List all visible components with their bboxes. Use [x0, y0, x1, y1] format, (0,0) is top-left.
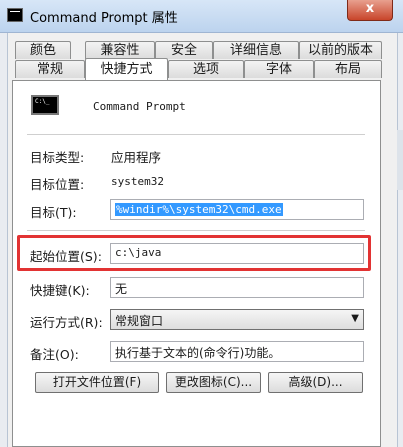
tab-previous-versions[interactable]: 以前的版本 — [299, 41, 382, 59]
target-field[interactable]: %windir%\system32\cmd.exe — [110, 199, 364, 220]
comment-label: 备注(O): — [30, 347, 79, 362]
cmd-window-icon — [7, 8, 23, 22]
target-value: %windir%\system32\cmd.exe — [115, 203, 283, 216]
window-title: Command Prompt 属性 — [30, 11, 178, 26]
cmd-app-icon: C:\_ — [31, 95, 59, 115]
target-label: 目标(T): — [30, 205, 77, 220]
tab-general[interactable]: 常规 — [15, 60, 85, 78]
annotation-highlight-box — [17, 235, 371, 271]
tab-security[interactable]: 安全 — [155, 41, 213, 59]
divider — [27, 134, 365, 135]
target-type-label: 目标类型: — [30, 150, 85, 165]
tab-font[interactable]: 字体 — [244, 60, 314, 78]
background-scrollbar — [397, 130, 403, 190]
title-bar: Command Prompt 属性 x — [0, 0, 403, 33]
target-type-value: 应用程序 — [111, 150, 162, 165]
tab-details[interactable]: 详细信息 — [213, 41, 299, 59]
open-file-location-button[interactable]: 打开文件位置(F) — [35, 372, 159, 393]
run-mode-select[interactable]: 常规窗口 ▼ — [110, 309, 364, 330]
comment-field[interactable]: 执行基于文本的(命令行)功能。 — [110, 341, 364, 362]
shortcut-key-field[interactable]: 无 — [110, 277, 364, 298]
tab-shortcut[interactable]: 快捷方式 — [85, 58, 168, 80]
advanced-button[interactable]: 高级(D)... — [268, 372, 363, 393]
shortcut-key-label: 快捷键(K): — [30, 283, 90, 298]
tab-colors[interactable]: 颜色 — [15, 41, 71, 59]
divider — [27, 230, 365, 231]
change-icon-button[interactable]: 更改图标(C)... — [166, 372, 261, 393]
chevron-down-icon: ▼ — [351, 313, 359, 324]
tab-options[interactable]: 选项 — [168, 60, 244, 78]
run-label: 运行方式(R): — [30, 315, 103, 330]
target-location-label: 目标位置: — [30, 177, 85, 192]
tab-layout[interactable]: 布局 — [314, 60, 382, 78]
close-button[interactable]: x — [347, 0, 393, 21]
run-mode-value: 常规窗口 — [115, 314, 164, 328]
tab-compatibility[interactable]: 兼容性 — [85, 41, 155, 59]
app-name: Command Prompt — [93, 100, 186, 113]
target-location-value: system32 — [111, 175, 164, 188]
